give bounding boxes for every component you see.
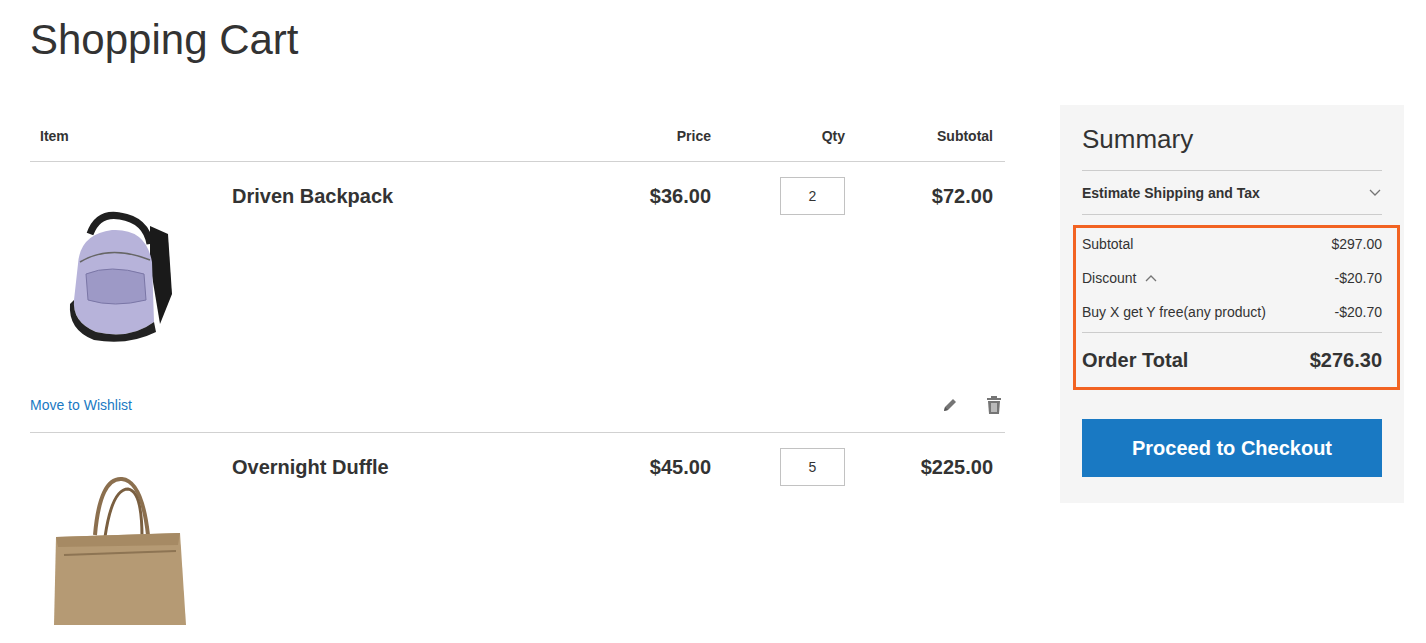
subtotal-row-amount: $297.00 [1331,234,1382,254]
discount-item-label: Buy X get Y free(any product) [1082,302,1266,322]
cart-row: Overnight Duffle $45.00 $225.00 [30,433,1005,643]
product-photo-icon [50,475,190,625]
qty-input[interactable] [780,448,845,486]
proceed-to-checkout-button[interactable]: Proceed to Checkout [1082,419,1382,477]
qty-cell [741,455,875,643]
product-name[interactable]: Driven Backpack [232,184,393,208]
estimate-shipping-label: Estimate Shipping and Tax [1082,183,1260,203]
cart-row: Driven Backpack $36.00 $72.00 Move to Wishl… [30,162,1005,433]
column-header: Item [30,125,590,147]
order-total-label: Order Total [1082,348,1188,372]
discount-row-amount: -$20.70 [1335,268,1382,288]
chevron-up-icon [1144,272,1158,285]
item-cell: Driven Backpack [30,184,590,374]
totals-box: Subtotal$297.00Discount-$20.70Buy X get … [1073,225,1400,390]
product-photo-icon [50,204,190,354]
qty-cell [741,184,875,374]
order-total-row: Order Total $276.30 [1082,333,1382,387]
summary-panel: Summary Estimate Shipping and Tax Subtotal… [1060,105,1404,503]
column-header: Qty [741,125,875,147]
discount-details: Buy X get Y free(any product) -$20.70 [1082,296,1382,333]
cart-layout: ItemPriceQtySubtotalDriven Backpack$36.0… [30,105,1426,643]
order-total-row-amount: $276.30 [1310,348,1382,372]
pencil-icon [941,396,959,414]
table-header: ItemPriceQtySubtotal [30,125,1005,162]
cart-row-cells: Driven Backpack $36.00 $72.00 [30,184,1005,374]
item-price: $36.00 [590,184,741,374]
item-subtotal: $72.00 [875,184,1005,374]
cart-table: ItemPriceQtySubtotal Driven Backpack $36.0… [30,105,1005,643]
edit-button[interactable] [941,396,959,414]
subtotal-row: Subtotal $297.00 [1082,228,1382,260]
column-header: Price [590,125,741,147]
qty-input[interactable] [780,177,845,215]
subtotal-label: Subtotal [1082,234,1133,254]
summary-title: Summary [1082,123,1382,171]
cart-row-cells: Overnight Duffle $45.00 $225.00 [30,455,1005,643]
item-cell: Overnight Duffle [30,455,590,643]
discount-row: Discount -$20.70 [1082,260,1382,296]
product-name[interactable]: Overnight Duffle [232,455,389,479]
discount-item: Buy X get Y free(any product) -$20.70 [1082,296,1382,328]
chevron-down-icon [1368,186,1382,199]
page-title: Shopping Cart [30,14,1426,66]
discount-label: Discount [1082,268,1136,288]
item-subtotal: $225.00 [875,455,1005,643]
move-to-wishlist-link[interactable]: Move to Wishlist [30,395,132,415]
delete-button[interactable] [985,395,1003,415]
product-image[interactable] [30,184,185,354]
row-action-icons [941,395,1003,415]
product-image[interactable] [30,455,185,625]
discount-toggle[interactable]: Discount [1082,268,1158,288]
trash-icon [985,395,1003,415]
column-header: Subtotal [875,125,1005,147]
row-actions: Move to Wishlist [30,395,1005,415]
item-price: $45.00 [590,455,741,643]
discount-item-amount: -$20.70 [1335,302,1382,322]
estimate-shipping-toggle[interactable]: Estimate Shipping and Tax [1082,171,1382,215]
